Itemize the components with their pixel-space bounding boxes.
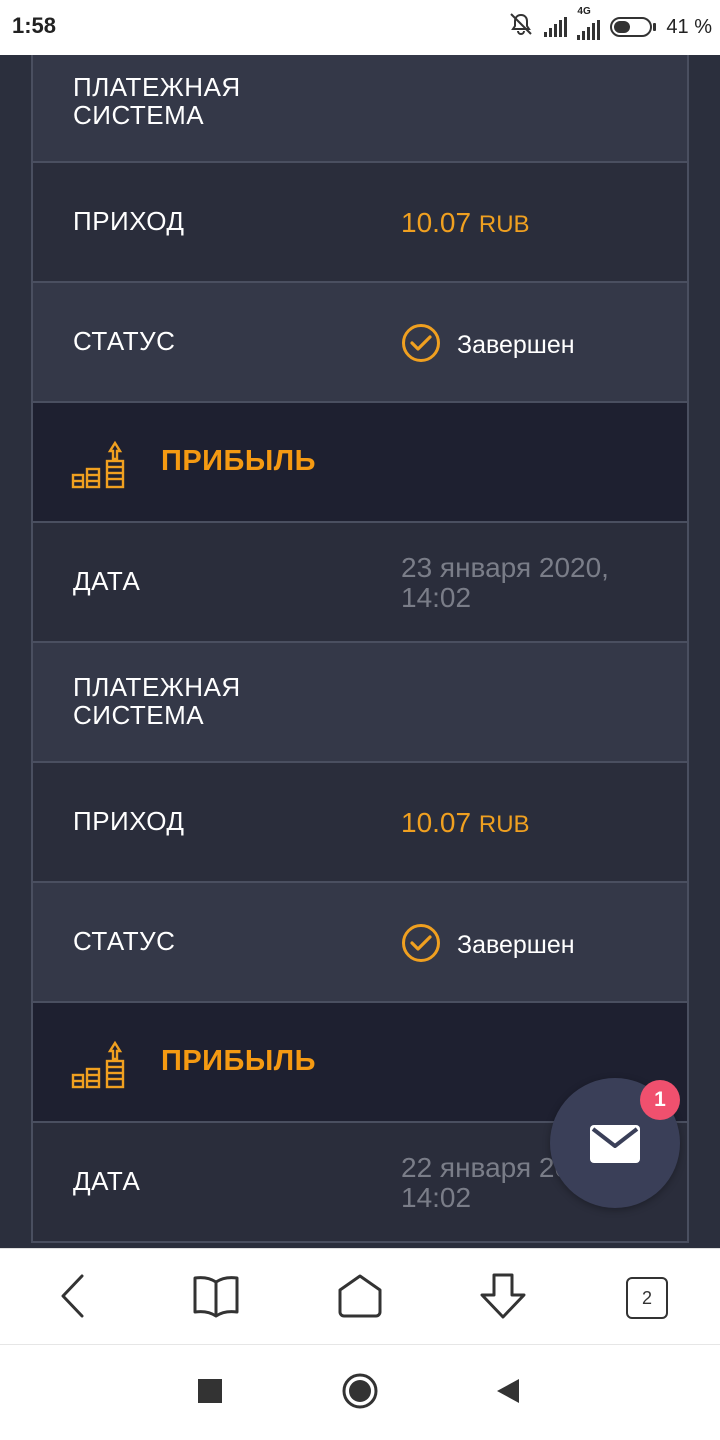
bookmarks-button[interactable]: [191, 1273, 241, 1323]
home-button[interactable]: [335, 1273, 385, 1323]
back-button[interactable]: [48, 1273, 98, 1323]
payment-system-row: ПЛАТЕЖНАЯ СИСТЕМА: [33, 55, 687, 163]
status-value: Завершен: [457, 331, 575, 359]
book-icon: [192, 1274, 240, 1323]
income-label: ПРИХОД: [73, 206, 185, 236]
profit-header: ПРИБЫЛЬ: [33, 403, 687, 523]
payment-system-row: ПЛАТЕЖНАЯ СИСТЕМА: [33, 643, 687, 763]
coins-growth-icon: [71, 435, 127, 496]
profit-title: ПРИБЫЛЬ: [161, 445, 316, 477]
status-time: 1:58: [12, 13, 57, 38]
income-amount: 10.07: [401, 807, 472, 838]
browser-toolbar: 2: [0, 1248, 720, 1345]
download-arrow-icon: [478, 1272, 528, 1325]
profit-title: ПРИБЫЛЬ: [161, 1045, 316, 1077]
check-circle-icon: [401, 923, 441, 968]
home-icon: [336, 1273, 384, 1324]
status-row: СТАТУС Завершен: [33, 883, 687, 1003]
payment-system-label: ПЛАТЕЖНАЯ СИСТЕМА: [73, 672, 241, 730]
tabs-button[interactable]: 2: [622, 1273, 672, 1323]
chevron-left-icon: [58, 1273, 88, 1324]
system-navigation: [0, 1345, 720, 1440]
back-system-button[interactable]: [488, 1373, 528, 1413]
battery-percent: 41 %: [666, 15, 712, 38]
status-icons: 4G 41 %: [508, 6, 712, 42]
status-value: Завершен: [457, 931, 575, 959]
circle-icon: [341, 1372, 379, 1415]
income-row: ПРИХОД 10.07 RUB: [33, 763, 687, 883]
battery-icon: [610, 17, 657, 37]
triangle-left-icon: [495, 1377, 521, 1410]
downloads-button[interactable]: [478, 1273, 528, 1323]
payment-system-label: ПЛАТЕЖНАЯ СИСТЕМА: [73, 72, 241, 130]
status-label: СТАТУС: [73, 326, 176, 356]
income-currency: RUB: [478, 811, 530, 838]
income-value: 10.07 RUB: [401, 208, 530, 240]
income-label: ПРИХОД: [73, 806, 185, 836]
signal-4g-icon: 4G: [577, 6, 601, 40]
date-label: ДАТА: [73, 566, 141, 596]
status-row: СТАТУС Завершен: [33, 283, 687, 403]
mail-icon: [590, 1125, 640, 1168]
status-bar: 1:58 4G 41 %: [0, 0, 720, 55]
tabs-count: 2: [626, 1277, 668, 1319]
square-icon: [198, 1378, 222, 1408]
status-value-group: Завершен: [401, 323, 575, 368]
unread-badge: 1: [640, 1080, 680, 1120]
income-currency: RUB: [478, 211, 530, 238]
income-amount: 10.07: [401, 207, 472, 238]
recents-button[interactable]: [190, 1373, 230, 1413]
check-circle-icon: [401, 323, 441, 368]
home-system-button[interactable]: [340, 1373, 380, 1413]
date-label: ДАТА: [73, 1166, 141, 1196]
signal-icon: [544, 17, 568, 37]
mute-notifications-icon: [508, 12, 534, 42]
status-value-group: Завершен: [401, 923, 575, 968]
network-type: 4G: [577, 6, 591, 17]
coins-growth-icon: [71, 1035, 127, 1096]
date-row: ДАТА 23 января 2020, 14:02: [33, 523, 687, 643]
transactions-view[interactable]: ПЛАТЕЖНАЯ СИСТЕМА ПРИХОД 10.07 RUB СТАТУ…: [0, 55, 720, 1248]
income-value: 10.07 RUB: [401, 808, 530, 840]
transactions-list: ПЛАТЕЖНАЯ СИСТЕМА ПРИХОД 10.07 RUB СТАТУ…: [31, 55, 689, 1243]
income-row: ПРИХОД 10.07 RUB: [33, 163, 687, 283]
date-value: 23 января 2020, 14:02: [401, 552, 609, 613]
status-label: СТАТУС: [73, 926, 176, 956]
